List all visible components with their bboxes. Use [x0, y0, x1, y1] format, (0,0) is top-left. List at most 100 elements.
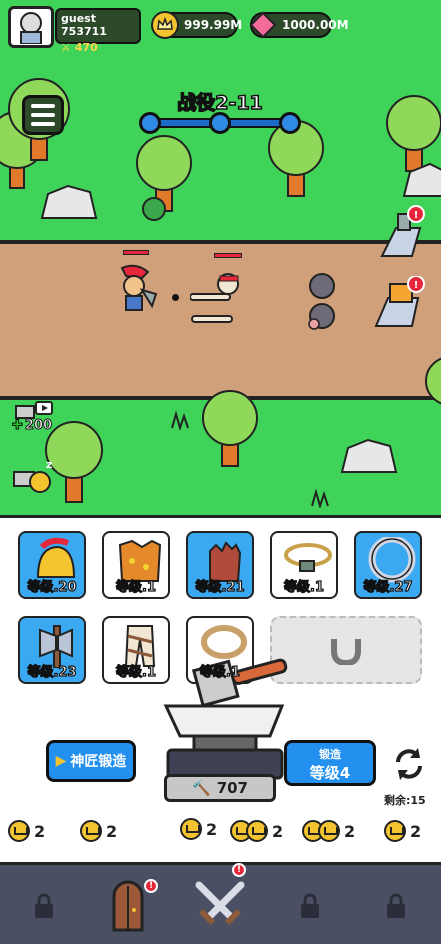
hammer-count: 707: [216, 779, 248, 797]
crown-coin-icon: [318, 820, 340, 842]
forge-label: 锻造: [319, 748, 341, 761]
rock-icon: [402, 162, 441, 197]
equip-level-label: 等级.1: [115, 579, 156, 595]
battle-scene: guest 753711 ⚔ 470 999.99M 1000.00M 战役2-1…: [0, 0, 441, 515]
reward-amount: 2: [34, 821, 46, 841]
nav-lock-2[interactable]: [290, 865, 330, 947]
forge-upgrade-button[interactable]: 锻造 等级4: [284, 740, 376, 786]
golden-hammer-icon: ▶: [55, 753, 67, 769]
lock-icon: [35, 893, 53, 918]
reward-item: 2: [80, 820, 117, 842]
reward-item: 2: [384, 820, 421, 842]
reward-item: 2: [8, 820, 45, 842]
stage-node: [209, 112, 231, 134]
crossed-swords-icon: [195, 881, 245, 926]
locked-equip-slot[interactable]: [270, 616, 422, 684]
plus-icon: ✚: [12, 418, 24, 434]
equip-slot-helmet[interactable]: 等级.20: [18, 531, 86, 599]
hero-portrait-icon: [20, 12, 42, 44]
gem-icon: [249, 11, 277, 39]
equip-slot-necklace[interactable]: 等级.1: [270, 531, 338, 599]
top-bar: guest 753711 ⚔ 470 999.99M 1000.00M: [0, 0, 441, 54]
enemy-health-bar: [214, 253, 242, 258]
player-power: 470: [74, 41, 98, 54]
hammer-reward-amount: 200: [24, 418, 53, 434]
crown-coin-icon: [180, 818, 202, 840]
crown-coin-icon: [151, 11, 179, 39]
equip-slot-gloves[interactable]: 等级.21: [186, 531, 254, 599]
horseshoe-icon: [331, 639, 361, 665]
gem-counter[interactable]: 1000.00M: [249, 11, 349, 39]
bush-icon: [142, 197, 166, 221]
notification-badge: !: [144, 879, 158, 893]
equip-level-label: 等级.1: [199, 664, 240, 680]
reward-amount: 2: [344, 821, 356, 841]
menu-button[interactable]: [22, 95, 64, 135]
master-forge-label: 神匠锻造: [70, 754, 127, 770]
crossed-swords-icon: ⚔: [61, 41, 71, 54]
equip-level-label: 等级.21: [195, 579, 245, 595]
pickaxe-quest-icon[interactable]: !: [376, 204, 426, 264]
reward-item: 2: [180, 818, 217, 840]
equip-level-label: 等级.1: [283, 579, 324, 595]
gem-amount: 1000.00M: [282, 18, 349, 32]
equip-level-label: 等级.23: [27, 664, 77, 680]
projectile: [172, 294, 179, 301]
reward-amount: 2: [272, 821, 284, 841]
rock-icon: [340, 438, 398, 473]
notification-badge: !: [232, 863, 246, 877]
hammer-counter: 🔨 707: [164, 774, 276, 802]
equip-slot-armor[interactable]: 等级.1: [102, 531, 170, 599]
lock-icon: [387, 893, 405, 918]
tree-icon: [425, 357, 441, 405]
svg-text:z: z: [46, 458, 52, 471]
grass-tuft-icon: [171, 410, 189, 430]
reward-amount: 2: [106, 821, 118, 841]
reward-amount: 2: [206, 819, 218, 839]
equip-level-label: 等级.27: [363, 579, 413, 595]
player-info: guest 753711 ⚔ 470: [55, 8, 141, 54]
gold-amount: 999.99M: [184, 18, 243, 32]
crown-coin-icon: [8, 820, 30, 842]
nav-lock-1[interactable]: [24, 865, 64, 947]
grass-tuft-icon: [311, 488, 329, 508]
tree-icon: [202, 390, 258, 467]
hero-warrior-icon: [120, 264, 158, 311]
stage-node: [139, 112, 161, 134]
forge-level: 等级4: [309, 764, 351, 782]
refresh-icon[interactable]: [390, 744, 428, 782]
crown-coin-icon: [246, 820, 268, 842]
equip-slot-weapon[interactable]: 等级.23: [18, 616, 86, 684]
player-name: guest 753711: [61, 12, 107, 38]
remaining-count: 剩余:15: [384, 794, 426, 807]
equip-level-label: 等级.20: [27, 579, 77, 595]
gift-quest-icon[interactable]: !: [372, 276, 426, 330]
hero-health-bar: [123, 250, 149, 255]
master-forge-button[interactable]: ▶ 神匠锻造: [46, 740, 136, 782]
lock-icon: [301, 893, 319, 918]
crown-coin-icon: [384, 820, 406, 842]
stage-node: [279, 112, 301, 134]
crown-coin-icon: [80, 820, 102, 842]
stage-title: 战役2-11: [176, 91, 263, 115]
boar-enemy-icon: [308, 273, 335, 330]
tree-icon: [268, 120, 324, 197]
reward-item: 2: [302, 820, 355, 842]
gold-counter[interactable]: 999.99M: [151, 11, 242, 39]
svg-text:!: !: [414, 210, 419, 221]
reward-item: 2: [230, 820, 283, 842]
reward-amount: 2: [410, 821, 422, 841]
nav-dungeon[interactable]: !: [100, 865, 158, 947]
rock-icon: [40, 184, 98, 219]
bottom-nav: ! !: [0, 862, 441, 944]
nav-lock-3[interactable]: [376, 865, 416, 947]
auto-hammer-icon[interactable]: z: [8, 458, 54, 496]
equip-level-label: 等级.1: [115, 664, 156, 680]
hammer-icon: 🔨: [192, 779, 211, 797]
nav-battle[interactable]: !: [190, 863, 250, 947]
svg-text:!: !: [414, 280, 419, 291]
hammer-reward[interactable]: ✚ 200: [12, 418, 53, 434]
equip-slot-ring[interactable]: 等级.27: [354, 531, 422, 599]
player-avatar[interactable]: [8, 6, 54, 48]
skeleton-enemy-icon: [190, 273, 239, 323]
